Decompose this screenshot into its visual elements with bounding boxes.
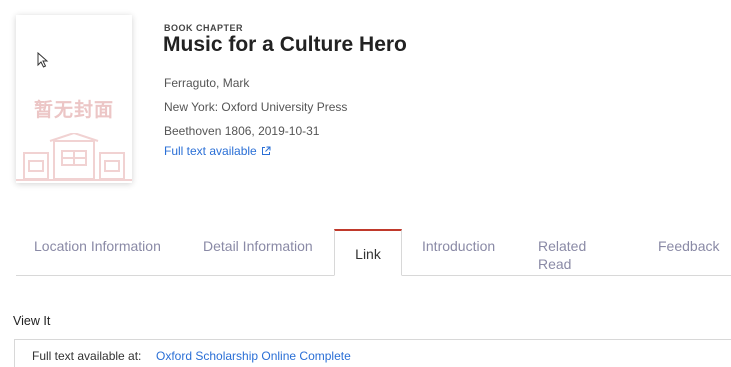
full-text-link-label: Full text available [164,144,257,158]
full-text-available-link[interactable]: Full text available [164,144,271,158]
external-link-icon [261,146,271,155]
cover-placeholder-text: 暂无封面 [34,99,115,121]
view-it-heading: View It [13,314,51,328]
record-series-date: Beethoven 1806, 2019-10-31 [164,124,320,138]
record-publisher: New York: Oxford University Press [164,100,348,114]
full-text-source-row: Full text available at: Oxford Scholarsh… [14,339,731,367]
library-building-icon [16,133,132,181]
record-title: Music for a Culture Hero [163,33,407,56]
tab-related-read[interactable]: Related Read [538,237,618,283]
record-tabs: Location Information Detail Information … [16,229,731,276]
tab-link[interactable]: Link [334,229,402,276]
full-text-source-label: Full text available at: [32,349,142,363]
mouse-pointer-icon [37,52,49,68]
record-type-label: BOOK CHAPTER [164,23,244,33]
tab-location-information[interactable]: Location Information [34,237,164,283]
book-cover-placeholder: 暂无封面 [16,15,132,183]
tab-detail-information[interactable]: Detail Information [203,237,333,283]
oxford-scholarship-link[interactable]: Oxford Scholarship Online Complete [156,349,351,363]
record-author: Ferraguto, Mark [164,76,250,90]
tab-feedback[interactable]: Feedback [658,237,731,283]
tab-introduction[interactable]: Introduction [422,237,522,283]
